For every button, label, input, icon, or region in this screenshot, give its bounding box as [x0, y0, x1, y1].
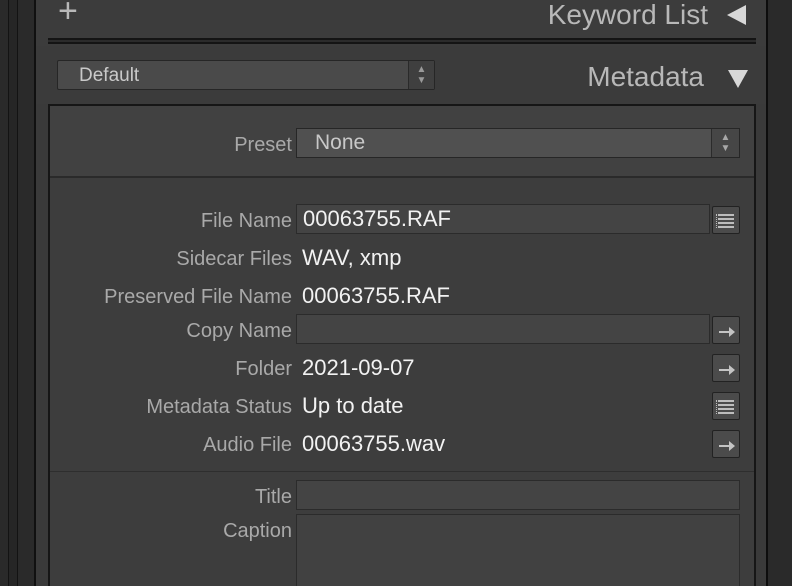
right-edge-scrollbar[interactable]	[766, 0, 792, 586]
sidecar-files-value: WAV, xmp	[302, 245, 402, 270]
metadata-view-select[interactable]: Default ▲ ▼	[57, 60, 435, 90]
preset-select[interactable]: None ▲ ▼	[296, 128, 740, 158]
metadata-header: Default ▲ ▼ Metadata	[36, 46, 766, 104]
file-name-label: File Name	[200, 210, 292, 232]
keyword-list-header[interactable]: + Keyword List	[36, 0, 766, 46]
preset-label: Preset	[234, 134, 292, 156]
metadata-view-value: Default	[79, 65, 140, 86]
file-name-list-icon[interactable]	[712, 206, 740, 234]
title-label: Title	[254, 486, 292, 508]
folder-value: 2021-09-07	[302, 355, 415, 380]
metadata-status-list-icon[interactable]	[712, 392, 740, 420]
expand-triangle-icon[interactable]	[728, 70, 748, 88]
preset-value: None	[315, 131, 366, 154]
audio-file-label: Audio File	[203, 434, 292, 456]
audio-file-value: 00063755.wav	[302, 431, 446, 456]
metadata-title[interactable]: Metadata	[587, 62, 704, 92]
copy-name-label: Copy Name	[186, 320, 292, 342]
metadata-status-value: Up to date	[302, 393, 404, 418]
audio-file-arrow-right-icon[interactable]	[712, 430, 740, 458]
copy-name-arrow-right-icon[interactable]	[712, 316, 740, 344]
metadata-panel: + Keyword List Default ▲ ▼ Metadata Prese…	[36, 0, 766, 586]
folder-label: Folder	[235, 358, 292, 380]
left-edge-panel	[0, 0, 36, 586]
preserved-file-name-value: 00063755.RAF	[302, 283, 450, 308]
title-field[interactable]	[296, 480, 740, 510]
collapse-triangle-icon[interactable]	[727, 5, 746, 25]
keyword-list-title[interactable]: Keyword List	[548, 0, 708, 30]
file-name-value: 00063755.RAF	[303, 206, 451, 231]
section-separator	[50, 471, 754, 472]
select-arrows-icon: ▲ ▼	[711, 129, 739, 157]
caption-label: Caption	[223, 520, 292, 542]
metadata-status-label: Metadata Status	[146, 396, 292, 418]
add-keyword-button[interactable]: +	[58, 0, 78, 28]
preserved-file-name-label: Preserved File Name	[104, 286, 292, 308]
select-arrows-icon: ▲ ▼	[408, 61, 434, 89]
section-divider	[48, 38, 756, 44]
sidecar-files-label: Sidecar Files	[176, 248, 292, 270]
preset-row: Preset None ▲ ▼	[50, 106, 754, 178]
caption-field[interactable]	[296, 514, 740, 586]
metadata-content: Preset None ▲ ▼ File Name 00063755.RAF Si…	[48, 104, 756, 586]
copy-name-field[interactable]	[296, 314, 710, 344]
left-edge-scrollbar[interactable]	[8, 0, 18, 586]
file-name-field[interactable]: 00063755.RAF	[296, 204, 710, 234]
folder-arrow-right-icon[interactable]	[712, 354, 740, 382]
